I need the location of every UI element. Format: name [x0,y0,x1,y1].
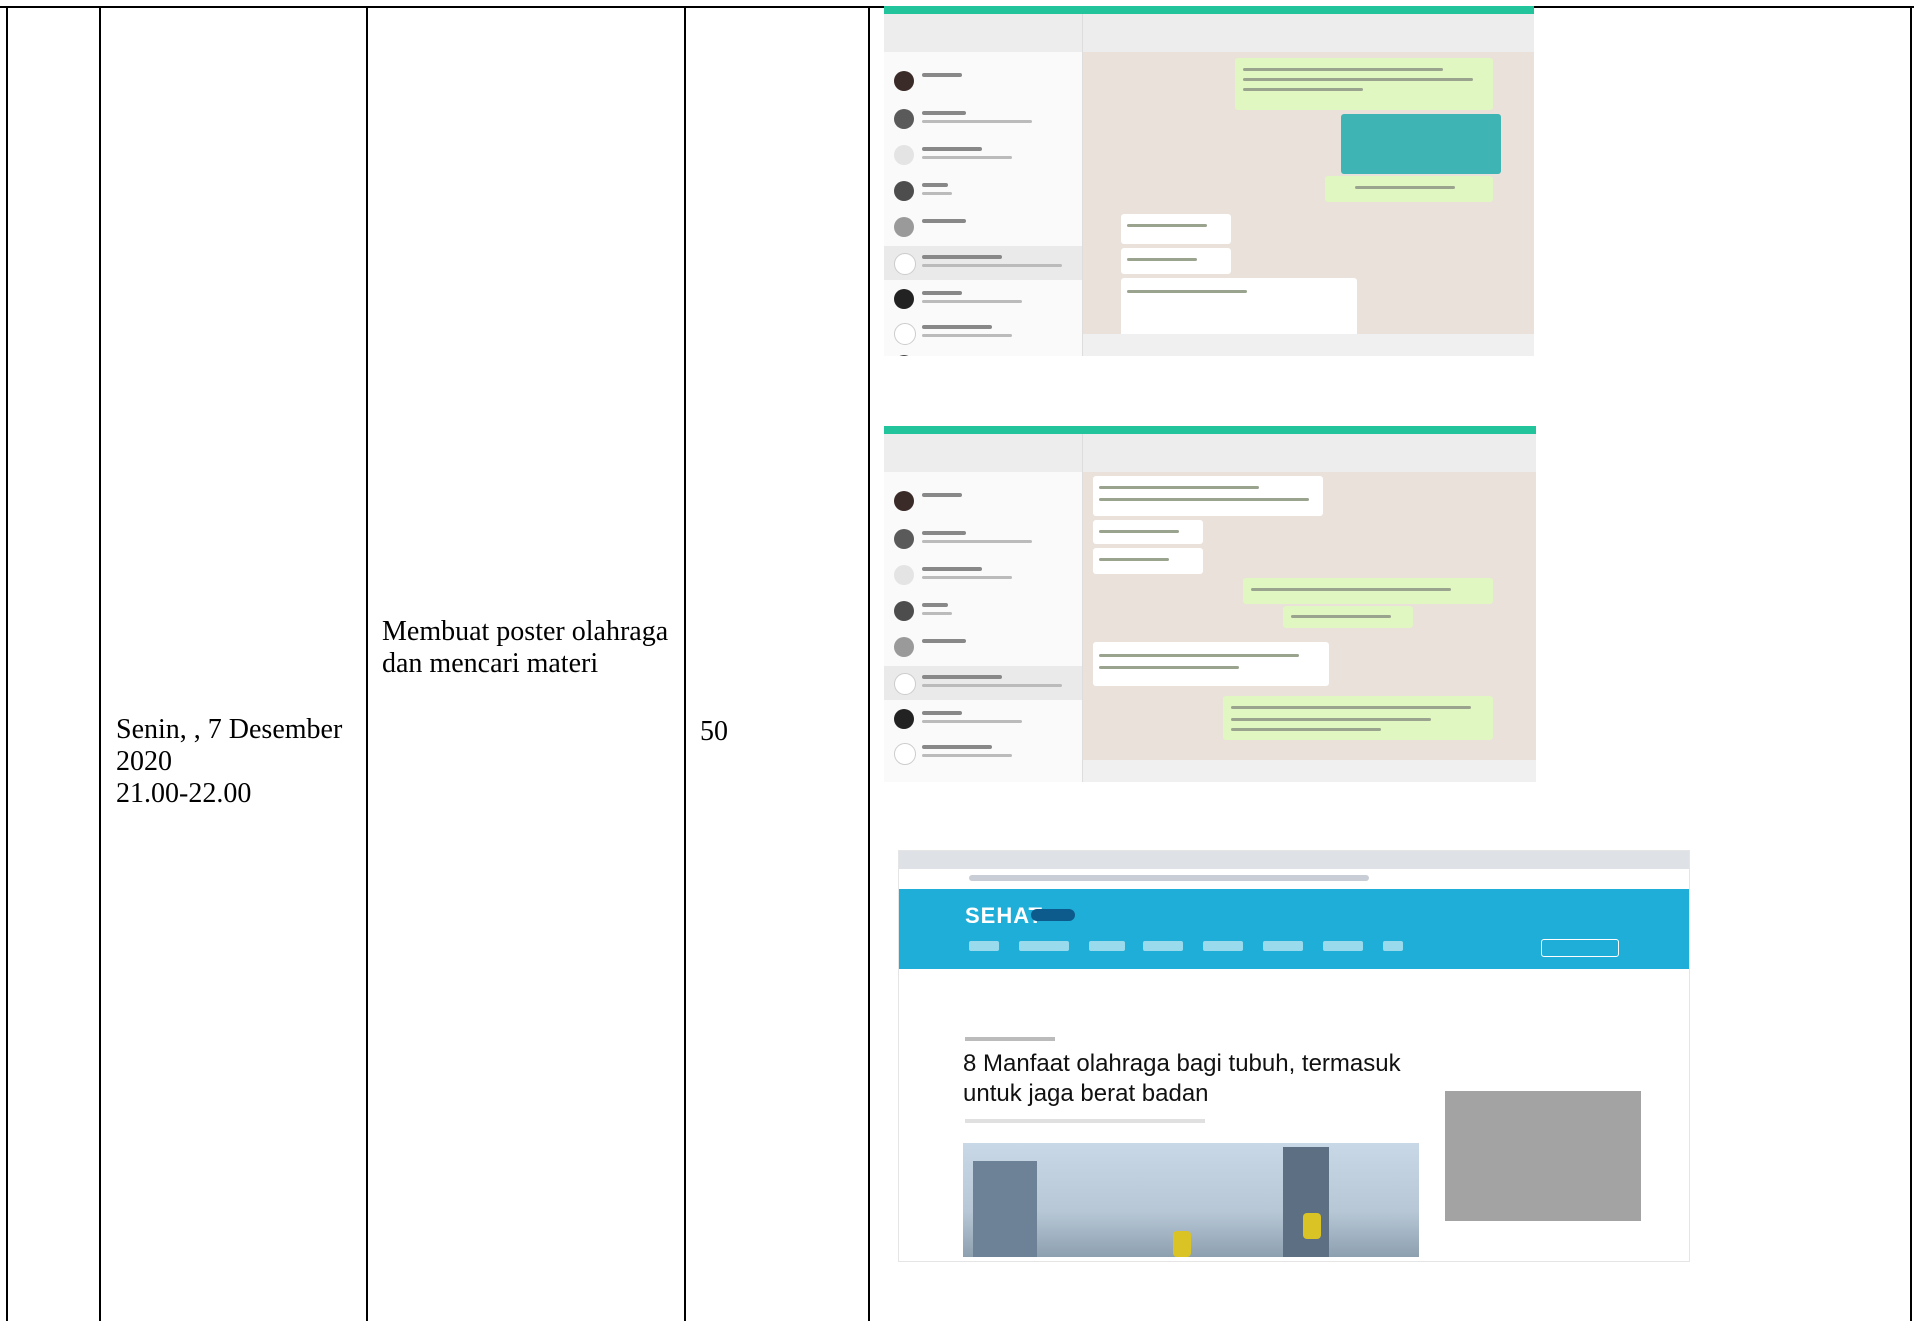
outgoing-image-message [1341,114,1501,174]
nav-item [1203,941,1243,951]
outgoing-message [1235,58,1493,110]
article-category [965,1037,1055,1041]
chat-list-item [884,484,1082,518]
chat-list-item [884,282,1082,316]
chat-list-item [884,630,1082,664]
chat-list-item [884,702,1082,736]
chat-header [1083,14,1534,52]
incoming-message [1093,642,1329,686]
nav-item [969,941,999,951]
date-cell: Senin, , 7 Desember 2020 21.00-22.00 [116,714,356,810]
incoming-message [1093,520,1203,544]
chat-list-item-selected [884,246,1082,280]
nav-item [1089,941,1125,951]
nav-item [1019,941,1069,951]
table-border-col-2 [366,6,368,1321]
chat-list-item [884,138,1082,172]
table-border-col-3 [684,6,686,1321]
header-button [1541,939,1619,957]
window-titlebar [884,6,1534,14]
chat-list-item [884,522,1082,556]
outgoing-file-message [1325,176,1493,202]
article-photo [963,1143,1419,1257]
chat-list-item [884,64,1082,98]
incoming-message [1093,548,1203,574]
sidebar-header [884,14,1082,52]
outgoing-message [1223,696,1493,740]
time-text: 21.00-22.00 [116,778,252,809]
photo-person [1173,1231,1191,1257]
chat-header [1083,434,1536,472]
chat-list-item [884,316,1082,350]
chat-list-item [884,558,1082,592]
compose-bar [1083,760,1536,782]
chat-list-sidebar [884,434,1083,782]
ad-placeholder [1445,1091,1641,1221]
chat-list-item [884,210,1082,244]
incoming-message [1121,214,1231,244]
nav-item [1263,941,1303,951]
table-border-col-4 [868,6,870,1321]
photo-person [1303,1213,1321,1239]
chat-list-item [884,594,1082,628]
chat-list-sidebar [884,14,1083,356]
outgoing-message [1283,606,1413,628]
nav-item [1143,941,1183,951]
day-date-text: Senin, , 7 Desember 2020 [116,714,343,777]
chat-list-item [884,102,1082,136]
whatsapp-screenshot-1 [884,6,1534,356]
photo-building [1283,1147,1329,1257]
compose-bar [1083,334,1534,356]
table-border-col-0 [6,6,8,1321]
chat-list-item [884,348,1082,356]
chat-pane [1083,434,1536,782]
whatsapp-screenshot-2 [884,426,1536,782]
site-header: SEHAT [899,889,1689,969]
incoming-message [1121,278,1357,338]
chat-list-item [884,736,1082,770]
browser-screenshot: SEHAT 8 Manfaat olahraga bagi tubuh, ter… [898,850,1690,1262]
chat-pane [1083,14,1534,356]
article-headline: 8 Manfaat olahraga bagi tubuh, termasuk … [963,1050,1401,1107]
table-border-col-5 [1910,6,1912,1321]
value-text: 50 [700,716,728,747]
sidebar-header [884,434,1082,472]
browser-tab-strip [899,851,1689,869]
outgoing-message [1243,578,1493,604]
incoming-message [1121,248,1231,274]
logo-badge [1031,909,1075,921]
photo-building [973,1161,1037,1257]
table-border-col-1 [99,6,101,1321]
activity-text: Membuat poster olahraga dan mencari mate… [382,616,669,679]
document-page: Senin, , 7 Desember 2020 21.00-22.00 Mem… [0,0,1914,1321]
article-byline [965,1119,1205,1123]
chat-list-item [884,174,1082,208]
browser-address-bar [899,869,1689,890]
nav-item [1383,941,1403,951]
url-text [969,875,1369,881]
chat-list-item-selected [884,666,1082,700]
nav-item [1323,941,1363,951]
incoming-message [1093,476,1323,516]
window-titlebar [884,426,1536,434]
